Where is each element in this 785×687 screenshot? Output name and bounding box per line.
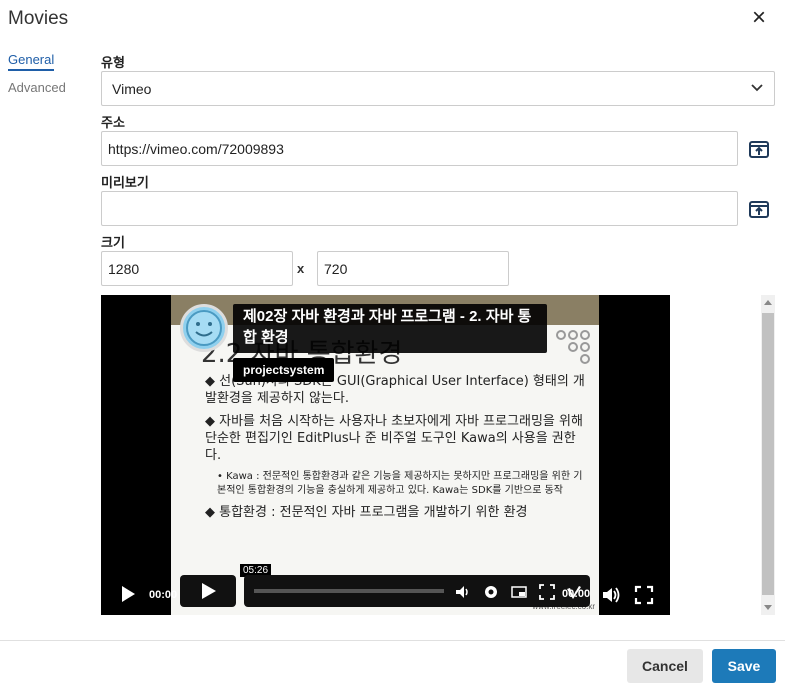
slide-decoration: [556, 330, 590, 364]
play-icon: [202, 583, 216, 599]
url-label: 주소: [101, 115, 125, 130]
fullscreen-icon[interactable]: [634, 585, 654, 605]
video-title[interactable]: 제02장 자바 환경과 자바 프로그램 - 2. 자바 통합 환경: [233, 304, 547, 353]
slide-line: ◆ 자바를 처음 시작하는 사용자나 초보자에게 자바 프로그래밍을 위해 단순…: [205, 414, 583, 463]
tab-general[interactable]: General: [8, 52, 55, 71]
slide-line: • Kawa : 전문적인 통합환경과 같은 기능을 제공하지는 못하지만 프로…: [217, 471, 583, 496]
preview-input[interactable]: [101, 191, 738, 226]
scrollbar[interactable]: [761, 295, 775, 615]
scrollbar-thumb[interactable]: [762, 313, 774, 595]
volume-icon[interactable]: [601, 585, 621, 605]
play-icon[interactable]: [120, 585, 136, 603]
vimeo-time-display: 00:00: [562, 588, 591, 600]
tab-advanced[interactable]: Advanced: [8, 80, 66, 95]
smiley-icon: [186, 310, 222, 346]
fullscreen-inner-icon[interactable]: [538, 583, 556, 601]
pip-icon[interactable]: [510, 583, 528, 601]
preview-label: 미리보기: [101, 175, 149, 190]
width-input[interactable]: 1280: [101, 251, 293, 286]
type-select-value: Vimeo: [112, 80, 152, 97]
video-player[interactable]: 2.2 자바 통합환경 ◆ 선(Sun)사의 SDK는 GUI(Graphica…: [101, 295, 670, 615]
slide-line: ◆ 통합환경 : 전문적인 자바 프로그램을 개발하기 위한 환경: [205, 505, 528, 520]
scroll-up-arrow[interactable]: [764, 300, 772, 305]
browse-url-icon[interactable]: [748, 138, 770, 160]
slide-body: ◆ 선(Sun)사의 SDK는 GUI(Graphical User Inter…: [205, 373, 585, 527]
type-select[interactable]: Vimeo: [101, 71, 775, 106]
size-separator: x: [297, 261, 305, 276]
cancel-button[interactable]: Cancel: [627, 649, 703, 683]
height-input[interactable]: 720: [317, 251, 509, 286]
size-label: 크기: [101, 235, 125, 250]
close-icon[interactable]: ×: [747, 6, 771, 30]
dialog-title: Movies: [8, 8, 69, 29]
footer-divider: [0, 640, 785, 641]
channel-avatar[interactable]: [180, 304, 228, 352]
vimeo-play-button[interactable]: [180, 575, 236, 607]
scroll-down-arrow[interactable]: [764, 605, 772, 610]
channel-badge[interactable]: projectsystem: [233, 358, 335, 382]
chevron-down-icon: [751, 84, 763, 92]
url-input[interactable]: https://vimeo.com/72009893: [101, 131, 738, 166]
browse-preview-icon[interactable]: [748, 198, 770, 220]
time-display: 00:00: [149, 589, 178, 601]
gear-icon[interactable]: [482, 583, 500, 601]
volume-icon[interactable]: [454, 583, 472, 601]
type-label: 유형: [101, 55, 125, 70]
vimeo-progress-track[interactable]: [254, 589, 444, 593]
save-button[interactable]: Save: [712, 649, 776, 683]
